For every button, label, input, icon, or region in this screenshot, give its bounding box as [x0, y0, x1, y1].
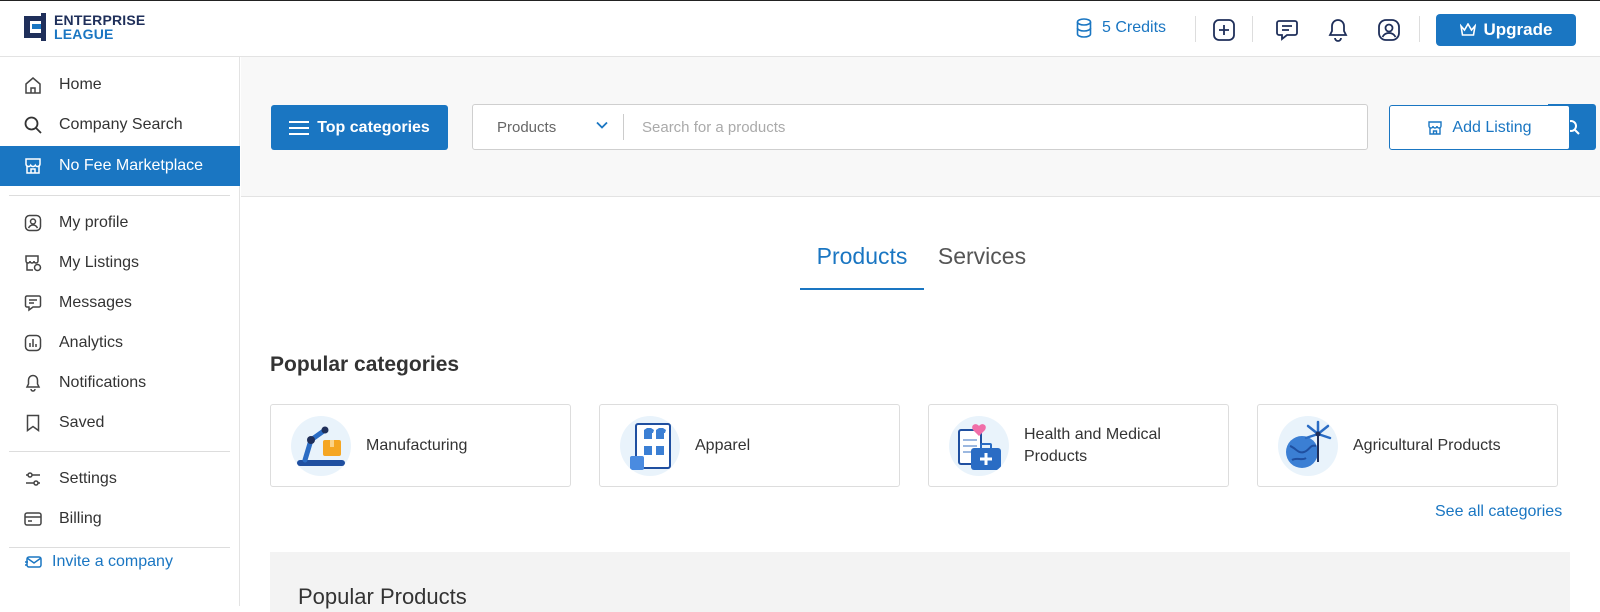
logo-text-line1: ENTERPRISE — [54, 12, 146, 28]
sidebar-item-label: Company Search — [59, 116, 183, 133]
divider — [9, 547, 230, 548]
divider — [9, 195, 230, 196]
bookmark-icon — [24, 414, 42, 432]
apparel-icon — [620, 416, 680, 476]
sidebar-item-label: My Listings — [59, 254, 140, 271]
search-box: Products — [472, 104, 1596, 150]
sidebar-item-label: No Fee Marketplace — [59, 157, 204, 174]
divider — [9, 451, 230, 452]
sidebar-item-label: Analytics — [59, 334, 124, 351]
popular-products-section: Popular Products — [270, 552, 1570, 612]
sidebar-item-my-profile[interactable]: My profile — [0, 203, 240, 243]
category-label: Manufacturing — [366, 436, 468, 454]
chat-icon[interactable] — [1274, 17, 1300, 43]
sidebar-item-messages[interactable]: Messages — [0, 283, 240, 323]
medical-kit-icon — [949, 416, 1009, 476]
sidebar-item-my-listings[interactable]: My Listings — [0, 243, 240, 283]
robot-arm-icon — [291, 416, 351, 476]
tab-label: Services — [937, 243, 1027, 269]
sidebar-item-no-fee-marketplace[interactable]: No Fee Marketplace — [0, 146, 240, 186]
search-icon — [24, 116, 42, 134]
chat-icon — [24, 294, 42, 312]
search-type-value: Products — [497, 118, 557, 136]
tab-label: Products — [816, 243, 908, 269]
category-card-health-medical[interactable]: Health and Medical Products — [928, 404, 1229, 487]
divider — [1419, 16, 1420, 42]
hamburger-icon — [289, 120, 310, 135]
sidebar-item-label: Settings — [59, 470, 117, 487]
category-card-agricultural[interactable]: Agricultural Products — [1257, 404, 1558, 487]
sidebar-item-label: Notifications — [59, 374, 147, 391]
store-icon — [24, 157, 42, 175]
invite-label: Invite a company — [52, 553, 173, 570]
sidebar-item-notifications[interactable]: Notifications — [0, 363, 240, 403]
home-icon — [24, 76, 42, 94]
profile-icon — [24, 214, 42, 232]
see-all-categories-link[interactable]: See all categories — [1435, 503, 1562, 521]
sidebar-item-label: My profile — [59, 214, 129, 231]
sliders-icon — [24, 470, 42, 488]
search-type-select[interactable]: Products — [473, 105, 623, 149]
add-listing-label: Add Listing — [1452, 118, 1532, 136]
invite-mail-icon — [25, 556, 42, 568]
upgrade-button[interactable]: Upgrade — [1436, 14, 1576, 46]
analytics-icon — [24, 334, 42, 352]
credits-link[interactable]: 5 Credits — [1076, 18, 1166, 38]
database-icon — [1076, 18, 1092, 38]
add-square-icon[interactable] — [1211, 17, 1237, 43]
crown-icon — [1459, 23, 1476, 36]
sidebar-item-settings[interactable]: Settings — [0, 459, 240, 499]
category-label: Apparel — [695, 436, 751, 454]
card-icon — [24, 510, 42, 528]
top-categories-label: Top categories — [317, 118, 430, 136]
top-bar: ENTERPRISE LEAGUE 5 Credits Upgrade — [0, 0, 1600, 57]
sidebar-item-billing[interactable]: Billing — [0, 499, 240, 539]
tab-services[interactable]: Services — [924, 243, 1040, 290]
sidebar-item-home[interactable]: Home — [0, 65, 240, 105]
bell-icon[interactable] — [1325, 17, 1351, 43]
user-circle-icon[interactable] — [1376, 17, 1402, 43]
sidebar-item-saved[interactable]: Saved — [0, 403, 240, 443]
add-listing-button[interactable]: Add Listing — [1389, 105, 1570, 150]
globe-windmill-icon — [1278, 416, 1338, 476]
category-card-manufacturing[interactable]: Manufacturing — [270, 404, 571, 487]
store-icon — [1428, 120, 1443, 135]
credits-label: 5 Credits — [1102, 19, 1167, 36]
popular-products-title: Popular Products — [298, 584, 467, 609]
sidebar-item-label: Saved — [59, 414, 105, 431]
sidebar-item-label: Messages — [59, 294, 132, 311]
sidebar: Home Company Search No Fee Marketplace M… — [0, 57, 240, 606]
sidebar-item-label: Home — [59, 76, 102, 93]
bell-icon — [24, 374, 42, 392]
divider — [1195, 16, 1196, 42]
sidebar-item-company-search[interactable]: Company Search — [0, 105, 240, 145]
listings-icon — [24, 254, 42, 272]
search-band: Top categories Products Add Listing — [241, 57, 1600, 197]
sidebar-item-analytics[interactable]: Analytics — [0, 323, 240, 363]
top-categories-button[interactable]: Top categories — [271, 105, 448, 150]
upgrade-label: Upgrade — [1483, 20, 1553, 39]
search-input[interactable] — [624, 105, 1314, 149]
popular-categories-title: Popular categories — [270, 353, 460, 376]
invite-company-link[interactable]: Invite a company — [24, 553, 173, 571]
logo[interactable]: ENTERPRISE LEAGUE — [24, 13, 145, 41]
category-card-apparel[interactable]: Apparel — [599, 404, 900, 487]
tab-products[interactable]: Products — [800, 243, 924, 290]
logo-text-line2: LEAGUE — [54, 26, 114, 42]
chevron-down-icon — [596, 121, 608, 129]
category-label: Agricultural Products — [1353, 436, 1501, 454]
logo-mark-icon — [24, 13, 50, 41]
divider — [1252, 16, 1253, 42]
category-label: Health and Medical Products — [1024, 425, 1161, 465]
sidebar-item-label: Billing — [59, 510, 102, 527]
